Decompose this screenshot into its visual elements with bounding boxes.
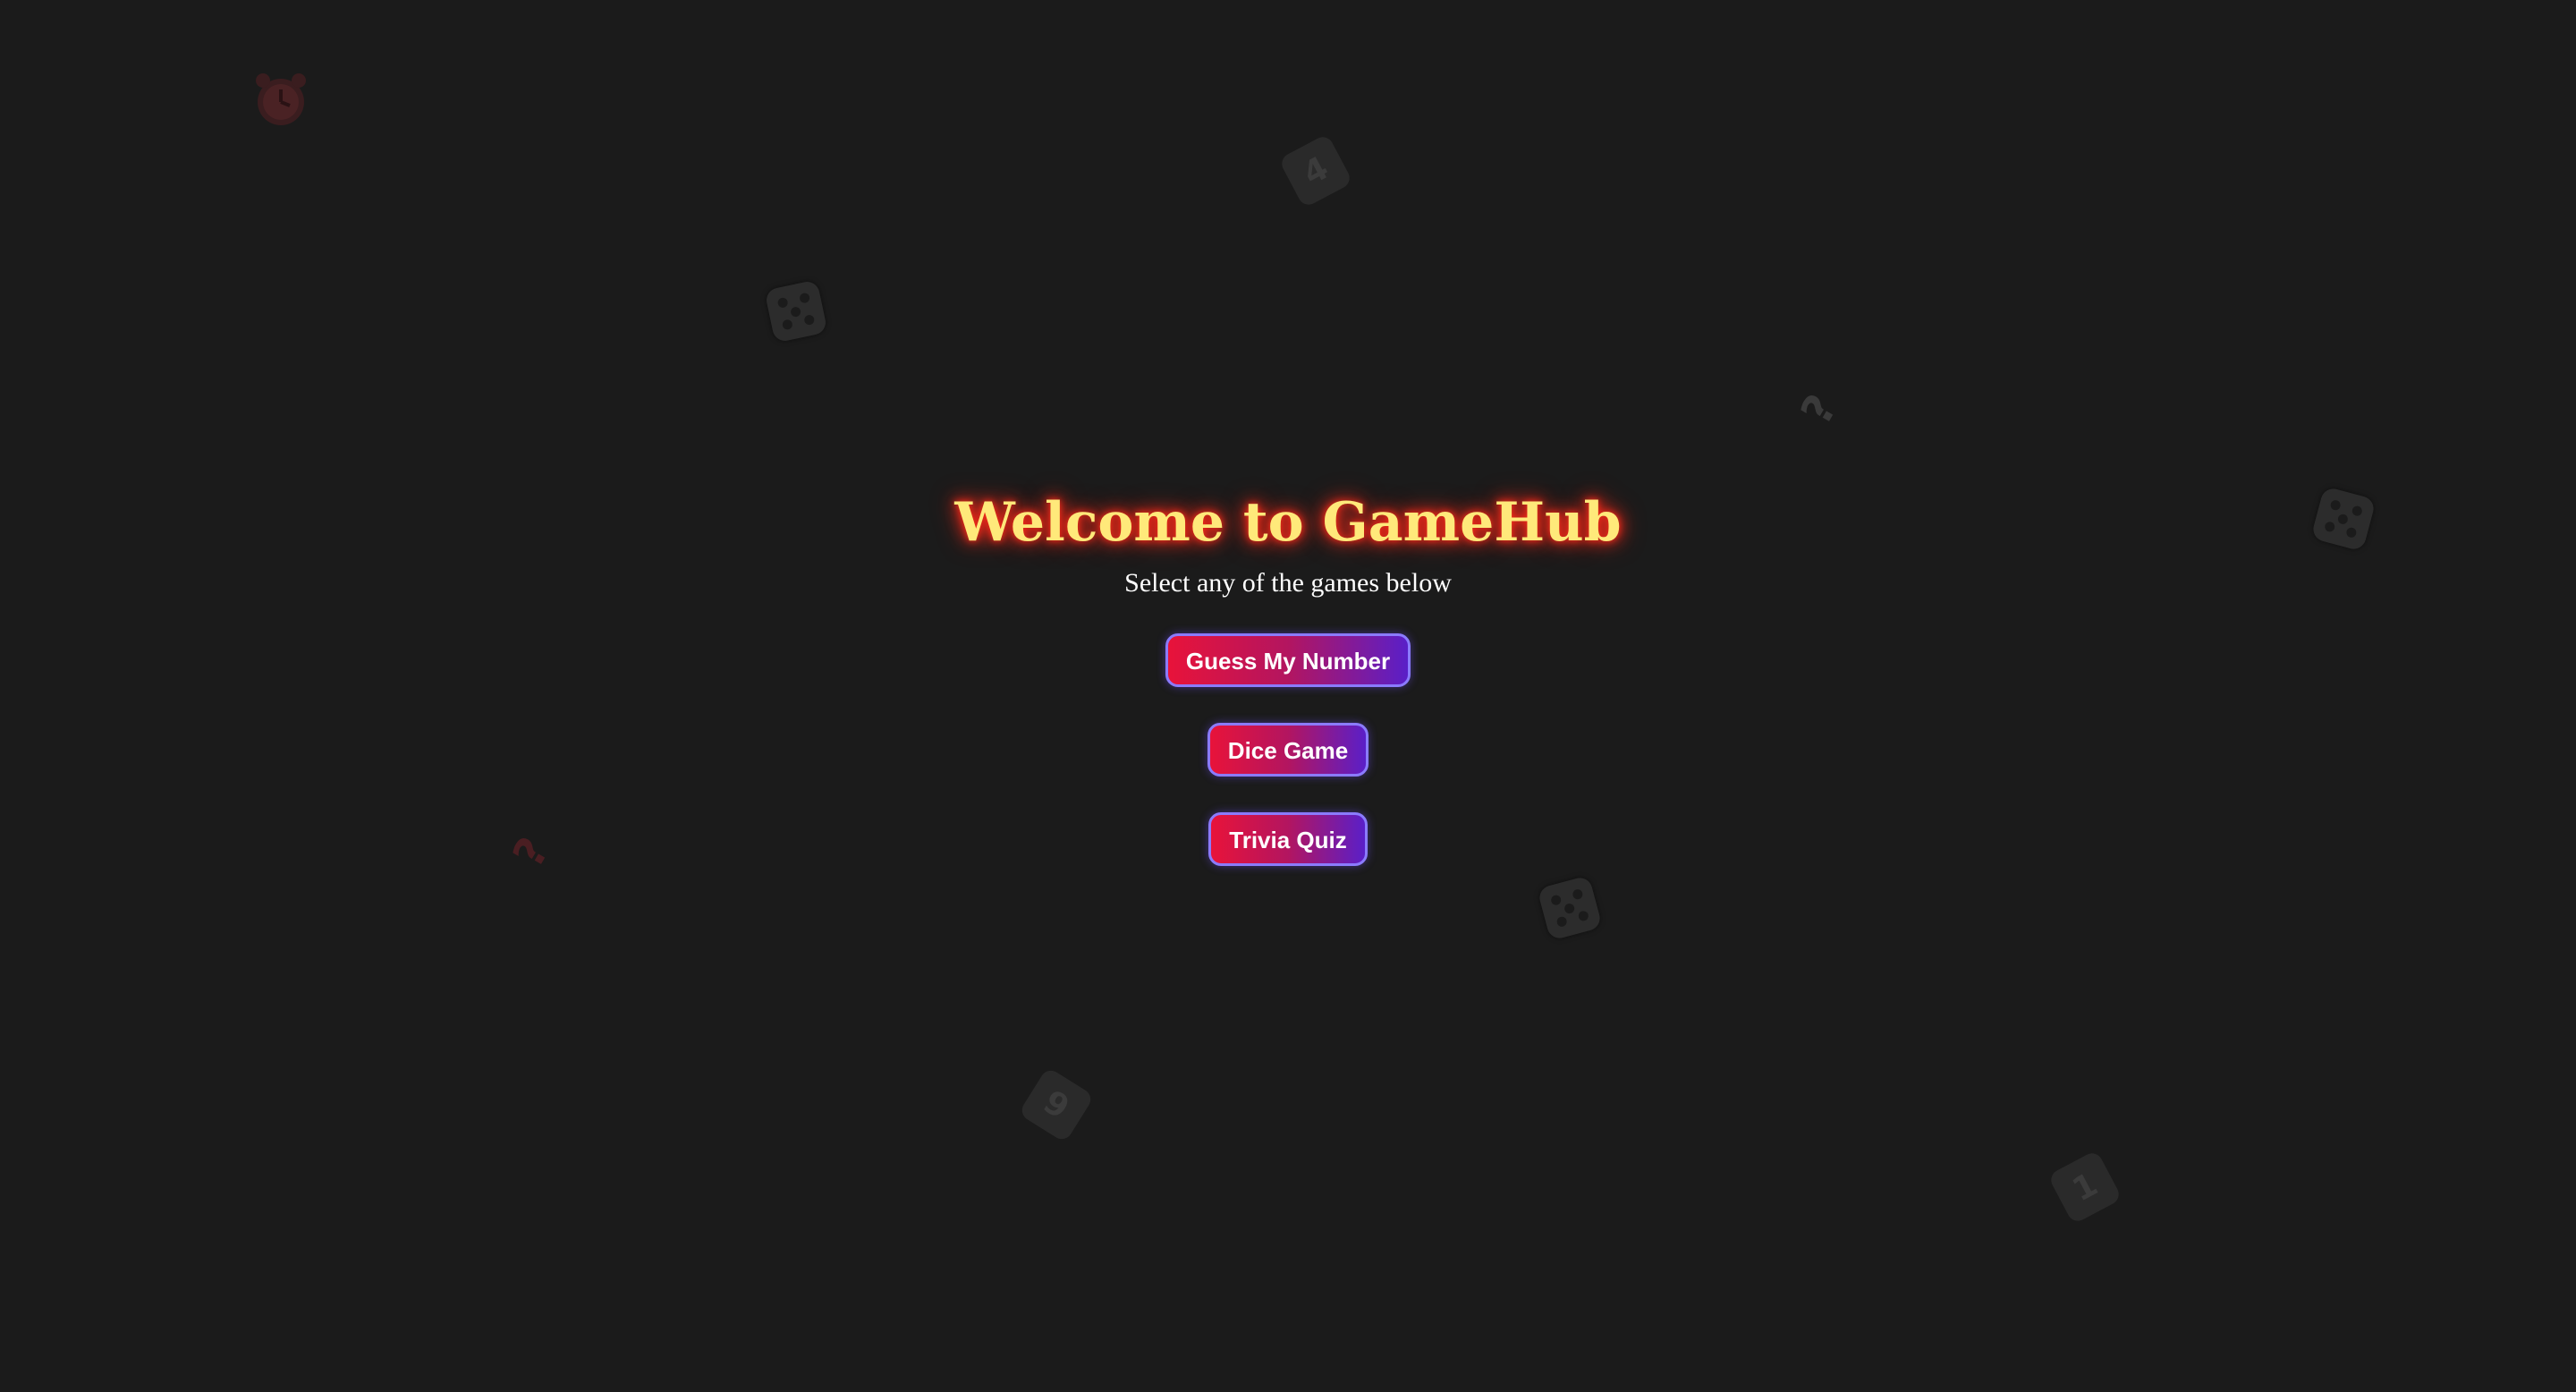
dice-game-button[interactable]: Dice Game [1207,723,1369,777]
alarm-clock-icon [249,68,313,136]
question-mark-icon: ? [1791,386,1848,434]
die-icon [764,279,828,344]
die-icon [1537,875,1603,941]
main-content: Welcome to GameHub Select any of the gam… [0,490,2576,866]
trivia-quiz-button[interactable]: Trivia Quiz [1208,812,1368,866]
game-list: Guess My Number Dice Game Trivia Quiz [0,633,2576,866]
number-tile-icon: 4 [1278,133,1353,208]
page-title: Welcome to GameHub [954,491,1622,554]
number-tile-icon: 1 [2047,1150,2123,1225]
number-tile-icon: 9 [1018,1066,1095,1143]
page-subtitle: Select any of the games below [1124,568,1452,598]
guess-my-number-button[interactable]: Guess My Number [1165,633,1411,687]
